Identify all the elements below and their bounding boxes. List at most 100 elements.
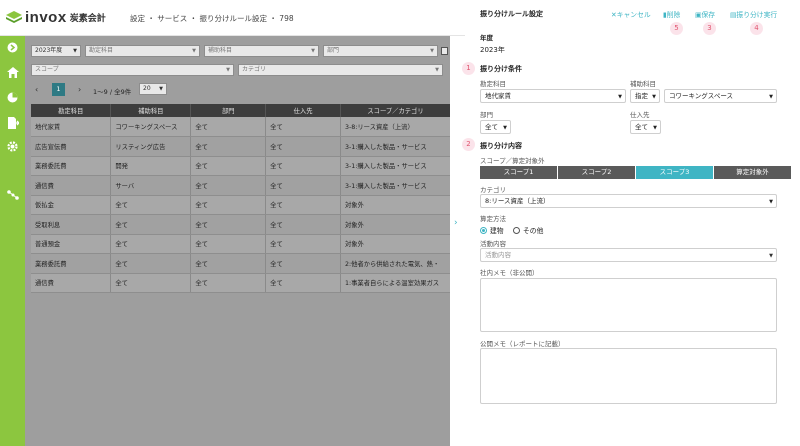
column-header[interactable]: 仕入先 xyxy=(265,104,341,117)
table-row[interactable]: 通信費 サーバ 全て 全て 3-1:購入した製品・サービス xyxy=(31,175,450,196)
supplier-label: 仕入先 xyxy=(630,111,650,119)
table-cell: 対象外 xyxy=(340,214,450,235)
scope-filter-placeholder: スコープ xyxy=(35,66,59,73)
year-label: 年度 xyxy=(480,34,493,42)
rule-edit-panel: 振り分けルール設定 ✕キャンセル ▮削除 ▣保存 ▤振り分け実行 5 3 4 年… xyxy=(462,0,800,446)
table-cell: 全て xyxy=(190,195,267,215)
table-row[interactable]: 受取利息 全て 全て 全て 対象外 xyxy=(31,214,450,235)
table-cell: 全て xyxy=(265,195,341,215)
sub-account-mode-select[interactable]: 指定 ▼ xyxy=(630,89,660,103)
table-row[interactable]: 業務委託費 開発 全て 全て 3-1:購入した製品・サービス xyxy=(31,156,450,176)
tab-scope-2[interactable]: スコープ2 xyxy=(558,166,635,179)
panel-collapse-handle[interactable]: › xyxy=(450,36,465,446)
category-select[interactable]: 8:リース資産（上流） ▼ xyxy=(480,194,777,208)
chevron-down-icon: ▼ xyxy=(226,67,230,73)
network-icon[interactable] xyxy=(6,190,19,203)
table-cell: 全て xyxy=(190,117,267,137)
sub-account-mode: 指定 xyxy=(635,92,648,100)
save-button[interactable]: ▣保存 xyxy=(695,9,715,19)
table-cell: 全て xyxy=(265,234,341,254)
rules-list: 2023年度 ▼ 勘定科目 ▼ 補助科目 ▼ 部門 ▼ スコープ ▼ カテゴリ ▼ ‹ 1 … xyxy=(25,36,450,446)
dept-label: 部門 xyxy=(480,111,493,119)
year-value: 2023年 xyxy=(480,46,505,54)
sub-account-select[interactable]: コワーキングスペース ▼ xyxy=(664,89,777,103)
activity-label: 活動内容 xyxy=(480,240,506,248)
pie-chart-icon[interactable] xyxy=(6,92,19,105)
sub-account-label: 補助科目 xyxy=(630,80,656,88)
table-cell: 通信費 xyxy=(31,273,112,293)
filter-checkbox[interactable] xyxy=(441,47,448,55)
column-header[interactable]: 部門 xyxy=(190,104,267,117)
activity-select[interactable]: 活動内容 ▼ xyxy=(480,248,777,262)
chevron-right-icon[interactable]: › xyxy=(454,218,458,228)
home-icon[interactable] xyxy=(6,67,19,80)
chevron-down-icon: ▼ xyxy=(159,86,163,92)
category-filter[interactable]: カテゴリ ▼ xyxy=(238,64,443,76)
execute-label: 振り分け実行 xyxy=(736,11,778,19)
table-row[interactable]: 業務委託費 全て 全て 全て 2:他者から供給された電気、熱・ xyxy=(31,253,450,274)
logo[interactable]: invox 炭素会計 xyxy=(6,9,106,26)
tab-scope-1[interactable]: スコープ1 xyxy=(480,166,557,179)
prev-page-button[interactable]: ‹ xyxy=(35,85,38,94)
page-1-button[interactable]: 1 xyxy=(52,83,65,96)
table-row[interactable]: 通信費 全て 全て 全て 1:事業者自らによる温室効果ガス xyxy=(31,273,450,293)
dept-filter[interactable]: 部門 ▼ xyxy=(323,45,438,57)
table-cell: 全て xyxy=(265,136,341,157)
tab-out-of-scope[interactable]: 算定対象外 xyxy=(714,166,791,179)
sub-account-filter[interactable]: 補助科目 ▼ xyxy=(204,45,319,57)
cancel-button[interactable]: ✕キャンセル xyxy=(611,9,651,19)
table-cell: 全て xyxy=(190,273,267,293)
table-row[interactable]: 仮払金 全て 全て 全て 対象外 xyxy=(31,195,450,215)
dept-filter-placeholder: 部門 xyxy=(327,47,340,54)
table-cell: リスティング広告 xyxy=(110,136,192,157)
account-filter[interactable]: 勘定科目 ▼ xyxy=(85,45,200,57)
table-cell: 対象外 xyxy=(340,234,450,254)
chevron-down-icon: ▼ xyxy=(311,48,315,54)
supplier-select[interactable]: 全て ▼ xyxy=(630,120,661,134)
scope-filter[interactable]: スコープ ▼ xyxy=(31,64,234,76)
chevron-down-icon: ▼ xyxy=(430,48,434,54)
table-cell: 広告宣伝費 xyxy=(31,136,112,157)
year-filter[interactable]: 2023年度 ▼ xyxy=(31,45,81,57)
execute-button[interactable]: ▤振り分け実行 xyxy=(730,9,777,19)
next-page-button[interactable]: › xyxy=(78,85,81,94)
marker-5: 5 xyxy=(670,22,683,35)
column-header[interactable]: スコープ／カテゴリ xyxy=(340,104,450,117)
table-cell: 仮払金 xyxy=(31,195,112,215)
breadcrumb: 設定 ・ サービス ・ 振り分けルール設定 ・ 798 xyxy=(130,14,294,23)
method-radio-building[interactable]: 建物 xyxy=(480,225,504,235)
public-memo-label: 公開メモ（レポートに記載） xyxy=(480,340,565,348)
table-cell: サーバ xyxy=(110,175,192,196)
table-header-row: 勘定科目 補助科目 部門 仕入先 スコープ／カテゴリ xyxy=(31,104,450,117)
account-select[interactable]: 地代家賃 ▼ xyxy=(480,89,626,103)
supplier-value: 全て xyxy=(635,123,648,131)
table-row[interactable]: 普通預金 全て 全て 全て 対象外 xyxy=(31,234,450,254)
account-filter-placeholder: 勘定科目 xyxy=(89,47,114,54)
table-cell: 対象外 xyxy=(340,195,450,215)
internal-memo-label: 社内メモ（非公開） xyxy=(480,269,539,277)
delete-button[interactable]: ▮削除 xyxy=(663,9,680,19)
marker-4: 4 xyxy=(750,22,763,35)
chevron-down-icon: ▼ xyxy=(769,199,773,205)
year-filter-value: 2023年度 xyxy=(35,47,63,54)
table-cell: 全て xyxy=(110,214,192,235)
table-row[interactable]: 広告宣伝費 リスティング広告 全て 全て 3-1:購入した製品・サービス xyxy=(31,136,450,157)
chevron-down-icon: ▼ xyxy=(73,48,77,54)
column-header[interactable]: 補助科目 xyxy=(110,104,192,117)
gear-icon[interactable] xyxy=(6,141,19,154)
column-header[interactable]: 勘定科目 xyxy=(31,104,112,117)
rules-list-overlay: 2023年度 ▼ 勘定科目 ▼ 補助科目 ▼ 部門 ▼ スコープ ▼ カテゴリ ▼ ‹ 1 … xyxy=(25,36,450,446)
chevron-down-icon: ▼ xyxy=(769,94,773,100)
method-radio-other[interactable]: その他 xyxy=(513,225,543,235)
sub-account-value: コワーキングスペース xyxy=(669,92,734,100)
table-cell: 全て xyxy=(190,175,267,196)
dept-select[interactable]: 全て ▼ xyxy=(480,120,511,134)
tab-scope-3[interactable]: スコープ3 xyxy=(636,166,713,179)
table-cell: 全て xyxy=(265,253,341,274)
file-export-icon[interactable] xyxy=(6,117,20,130)
table-row[interactable]: 地代家賃 コワーキングスペース 全て 全て 3-8:リース資産（上流） xyxy=(31,117,450,137)
arrow-right-circle-icon[interactable] xyxy=(6,42,19,55)
public-memo-field[interactable] xyxy=(480,348,777,404)
internal-memo-field[interactable] xyxy=(480,278,777,332)
per-page-select[interactable]: 20 ▼ xyxy=(139,83,167,95)
